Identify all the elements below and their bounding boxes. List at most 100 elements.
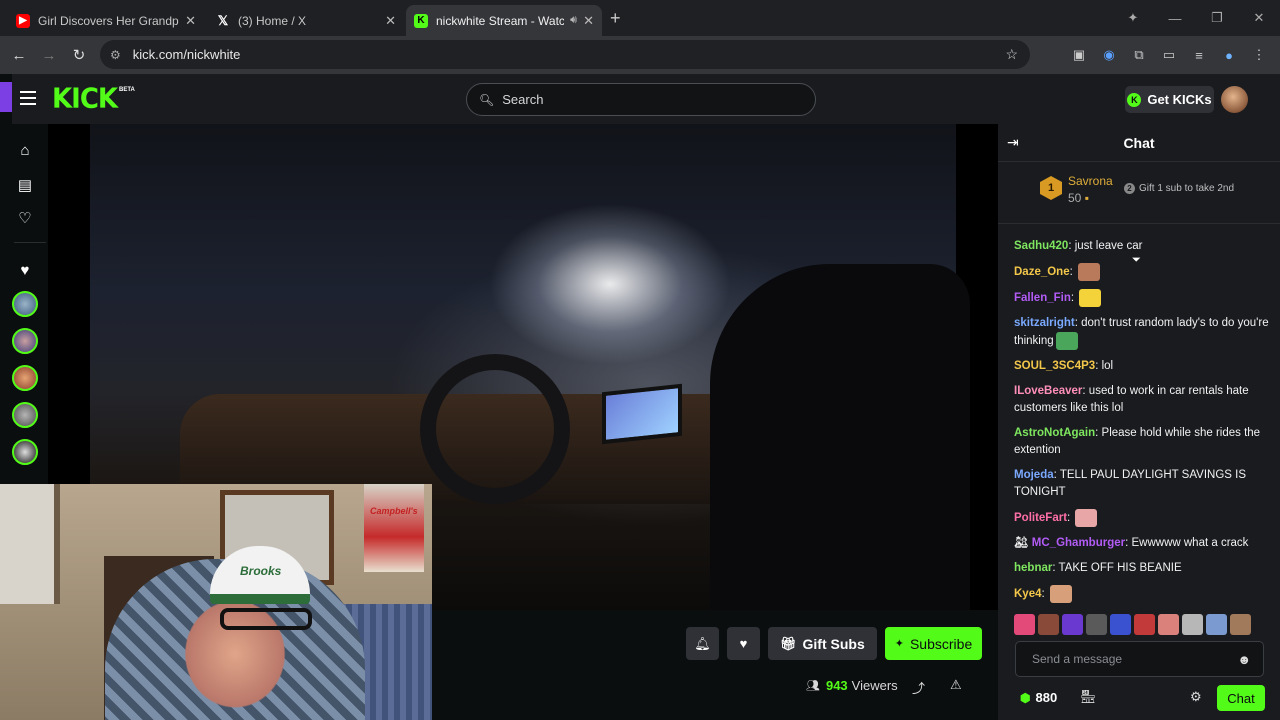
media-icon[interactable]: ≡ bbox=[1186, 48, 1212, 63]
beta-badge: BETA bbox=[119, 87, 135, 93]
emote[interactable] bbox=[1062, 614, 1083, 635]
chat-username[interactable]: skitzalright bbox=[1014, 317, 1075, 329]
report-warning-icon[interactable]: ⚠ bbox=[950, 677, 962, 693]
site-info-icon[interactable]: ⚙ bbox=[110, 48, 121, 62]
kick-logo[interactable]: KICK bbox=[52, 83, 118, 115]
audio-extension-icon[interactable]: ◉ bbox=[1096, 47, 1122, 63]
viewer-count: 👥︎ 943 Viewers bbox=[806, 678, 898, 693]
emote[interactable] bbox=[1038, 614, 1059, 635]
emote[interactable] bbox=[1206, 614, 1227, 635]
close-icon[interactable]: ✕ bbox=[385, 13, 396, 29]
close-icon[interactable]: ✕ bbox=[185, 13, 196, 29]
followed-channel-avatar[interactable] bbox=[12, 291, 38, 317]
speaker-icon[interactable]: 🔊︎ bbox=[570, 14, 577, 27]
webcam-overlay: Campbell's Brooks bbox=[0, 484, 432, 720]
tab-title: (3) Home / X bbox=[238, 13, 307, 28]
subscribe-button[interactable]: ✦ Subscribe bbox=[884, 627, 983, 660]
chat-username[interactable]: Sadhu420 bbox=[1014, 240, 1068, 252]
chat-message: Mojeda: TELL PAUL DAYLIGHT SAVINGS IS TO… bbox=[1014, 467, 1272, 501]
chat-username[interactable]: hebnar bbox=[1014, 562, 1052, 574]
emote[interactable] bbox=[1134, 614, 1155, 635]
hamburger-menu-icon[interactable] bbox=[20, 91, 36, 105]
address-bar: ← → ↻ ⚙ kick.com/nickwhite ☆ ▣ ◉ ⧉ ▭ ≡ ●… bbox=[0, 36, 1280, 74]
gift-subs-button[interactable]: 🎁︎ Gift Subs bbox=[768, 627, 877, 660]
streamer-glasses bbox=[220, 608, 312, 630]
sparkle-icon: ✦ bbox=[894, 638, 904, 650]
tab-kick[interactable]: K nickwhite Stream - Watch Li 🔊︎ ✕ bbox=[406, 5, 602, 36]
soup-poster bbox=[364, 484, 424, 572]
close-window-icon[interactable]: ✕ bbox=[1238, 10, 1280, 26]
search-input[interactable]: 🔍︎ Search bbox=[466, 83, 816, 116]
url-field[interactable]: ⚙ kick.com/nickwhite ☆ bbox=[100, 40, 1030, 69]
viewers-label: Viewers bbox=[851, 678, 898, 693]
user-avatar[interactable] bbox=[1221, 86, 1248, 113]
search-placeholder: Search bbox=[502, 92, 544, 107]
emote[interactable] bbox=[1182, 614, 1203, 635]
divider bbox=[14, 242, 46, 243]
emote bbox=[1075, 509, 1098, 528]
top-gifter-name[interactable]: Savrona bbox=[1068, 174, 1113, 188]
chat-message: PoliteFart: bbox=[1014, 509, 1272, 528]
new-tab-button[interactable]: + bbox=[610, 8, 621, 29]
home-icon[interactable]: ⌂ bbox=[12, 142, 38, 159]
following-heart-icon[interactable]: ♡ bbox=[12, 209, 38, 227]
emote[interactable] bbox=[1158, 614, 1179, 635]
profile-icon[interactable]: ● bbox=[1216, 48, 1242, 63]
store-icon[interactable]: 🏪︎ bbox=[1080, 689, 1097, 705]
badge-icon: 🎎︎ bbox=[1014, 537, 1032, 550]
gift-subs-label: Gift Subs bbox=[802, 635, 865, 652]
emote[interactable] bbox=[1014, 614, 1035, 635]
forward-icon[interactable]: → bbox=[34, 47, 64, 64]
tab-youtube[interactable]: ▶ Girl Discovers Her Grandpa Is A ✕ bbox=[8, 5, 204, 36]
chat-username[interactable]: Daze_One bbox=[1014, 266, 1070, 278]
extension-icon[interactable]: ▣ bbox=[1066, 47, 1092, 63]
chat-username[interactable]: ILoveBeaver bbox=[1014, 385, 1082, 397]
chat-message: Sadhu420: just leave car bbox=[1014, 238, 1272, 255]
chat-message: ILoveBeaver: used to work in car rentals… bbox=[1014, 383, 1272, 417]
emote[interactable] bbox=[1230, 614, 1251, 635]
browse-icon[interactable]: ▤ bbox=[12, 176, 38, 194]
tab-title: Girl Discovers Her Grandpa Is A bbox=[38, 13, 179, 28]
chat-message: Daze_One: bbox=[1014, 263, 1272, 281]
bell-icon: 🔔︎ bbox=[694, 635, 711, 651]
followed-channel-avatar[interactable] bbox=[12, 365, 38, 391]
gift-prompt[interactable]: 2 Gift 1 sub to take 2nd bbox=[1124, 183, 1234, 194]
chat-message: hebnar: TAKE OFF HIS BEANIE bbox=[1014, 560, 1272, 577]
bookmark-star-icon[interactable]: ☆ bbox=[1005, 46, 1018, 63]
puzzle-icon[interactable]: ⧉ bbox=[1126, 47, 1152, 63]
emoji-picker-icon[interactable]: ☻ bbox=[1237, 652, 1251, 667]
kebab-menu-icon[interactable]: ⋮ bbox=[1246, 47, 1272, 63]
gear-icon[interactable]: ⚙ bbox=[1190, 689, 1202, 705]
reload-icon[interactable]: ↻ bbox=[64, 46, 94, 64]
followed-channel-avatar[interactable] bbox=[12, 439, 38, 465]
share-icon[interactable]: ⤴ bbox=[912, 678, 925, 697]
emote bbox=[1055, 332, 1078, 351]
back-icon[interactable]: ← bbox=[4, 47, 34, 64]
emote[interactable] bbox=[1110, 614, 1131, 635]
minimize-icon[interactable]: — bbox=[1154, 11, 1196, 26]
send-chat-button[interactable]: Chat bbox=[1217, 685, 1265, 711]
kicks-balance[interactable]: ⬢ 880 bbox=[1020, 690, 1057, 705]
chat-message-input[interactable]: Send a message ☻ bbox=[1015, 641, 1264, 677]
colon: : bbox=[1041, 588, 1048, 601]
chat-username[interactable]: Kye4 bbox=[1014, 588, 1042, 600]
follow-button[interactable]: ♥ bbox=[727, 627, 760, 660]
get-kicks-button[interactable]: K Get KICKs bbox=[1125, 86, 1214, 113]
cast-icon[interactable]: ▭ bbox=[1156, 47, 1182, 63]
notification-bell-button[interactable]: 🔔︎ bbox=[686, 627, 719, 660]
maximize-icon[interactable]: ❐ bbox=[1196, 10, 1238, 26]
chat-username[interactable]: AstroNotAgain bbox=[1014, 427, 1095, 439]
chat-title: Chat bbox=[1123, 135, 1155, 151]
gemini-icon[interactable]: ✦ bbox=[1112, 10, 1154, 26]
tab-x[interactable]: 𝕏 (3) Home / X ✕ bbox=[208, 5, 404, 36]
followed-channel-avatar[interactable] bbox=[12, 402, 38, 428]
chat-header: ⇥ Chat bbox=[998, 124, 1280, 162]
chat-username[interactable]: PoliteFart bbox=[1014, 512, 1067, 524]
chat-username[interactable]: Fallen_Fin bbox=[1014, 292, 1071, 304]
chat-username[interactable]: Mojeda bbox=[1014, 469, 1054, 481]
chat-username[interactable]: SOUL_3SC4P3 bbox=[1014, 360, 1095, 372]
emote[interactable] bbox=[1086, 614, 1107, 635]
close-icon[interactable]: ✕ bbox=[583, 13, 594, 29]
chat-username[interactable]: MC_Ghamburger bbox=[1032, 537, 1125, 549]
followed-channel-avatar[interactable] bbox=[12, 328, 38, 354]
